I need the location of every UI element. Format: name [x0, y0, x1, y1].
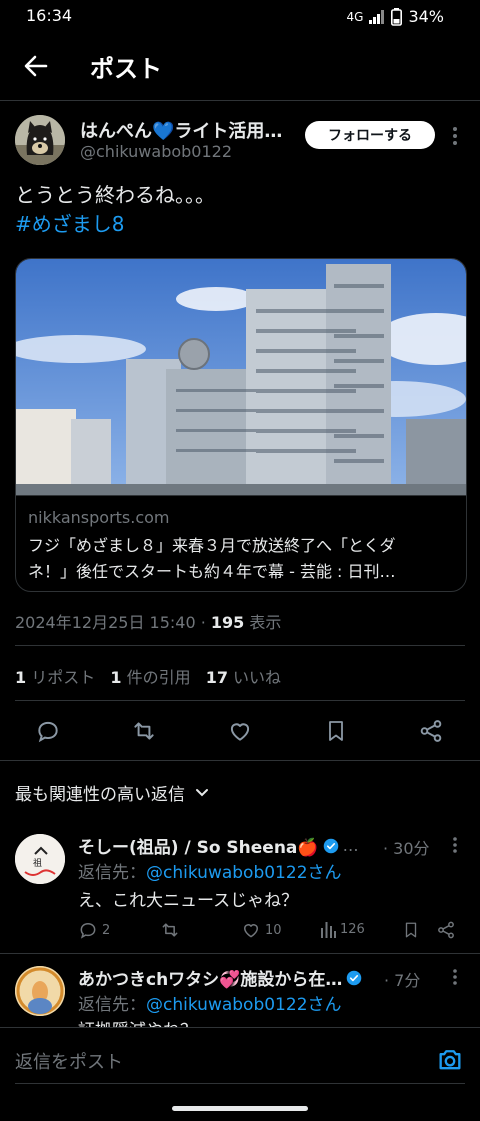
repost-button[interactable]: [128, 715, 160, 747]
reply-to-line: 返信先：@chikuwabob0122さん: [78, 863, 342, 883]
reply-to-handle[interactable]: @chikuwabob0122さん: [146, 995, 342, 1015]
reply-more-button[interactable]: [447, 835, 463, 855]
repost-icon: [134, 722, 154, 740]
battery-label: 34%: [408, 7, 444, 26]
post-text: とうとう終わるね。。。: [15, 183, 215, 207]
bookmark-icon: [329, 721, 343, 741]
reply-avatar[interactable]: [15, 966, 65, 1016]
reply-header: あかつきchワタシ💞施設から在…: [78, 965, 362, 990]
meta-divider: [15, 645, 465, 646]
home-indicator[interactable]: [172, 1106, 308, 1111]
reply-like-button[interactable]: 10: [241, 920, 282, 940]
more-vertical-icon: [453, 969, 457, 985]
reply-bookmark-button[interactable]: [402, 920, 420, 940]
share-icon: [420, 720, 442, 742]
views-label: 表示: [249, 613, 282, 632]
header: ポスト: [0, 34, 480, 100]
reply-more-button[interactable]: [447, 967, 463, 987]
link-card-image: [16, 259, 466, 495]
bookmark-icon: [405, 922, 417, 938]
network-label: 4G: [346, 9, 364, 24]
follow-button[interactable]: フォローする: [305, 121, 435, 149]
heart-icon: [244, 924, 258, 938]
post-timestamp[interactable]: 2024年12月25日 15:40: [15, 613, 196, 632]
reply-input[interactable]: 返信をポスト: [15, 1048, 415, 1074]
likes-stat[interactable]: 17 いいね: [206, 668, 281, 687]
battery-icon: [391, 7, 403, 26]
reply-views-button[interactable]: 126: [320, 920, 365, 938]
quotes-stat[interactable]: 1 件の引用: [110, 668, 195, 687]
link-card-title-line1: フジ「めざまし８」来春３月で放送終了へ「とくダ: [28, 536, 396, 555]
actions-divider: [0, 760, 480, 761]
camera-icon: [439, 1050, 461, 1070]
header-divider: [0, 100, 480, 101]
svg-text:祖: 祖: [33, 857, 42, 869]
reply-header: そしー(祖品) / So Sheena🍎 …: [78, 833, 359, 858]
dog-avatar-image: [15, 115, 65, 165]
signal-icon: [369, 9, 385, 24]
composer-underline: [15, 1083, 465, 1084]
more-vertical-icon: [453, 837, 457, 853]
views-chart-icon: [321, 922, 336, 938]
camera-button[interactable]: [436, 1046, 464, 1074]
reply-divider: [0, 953, 480, 954]
verified-badge-icon: [347, 970, 362, 985]
link-card-domain: nikkansports.com: [28, 508, 170, 527]
views-count: 195: [210, 613, 245, 632]
reply-button[interactable]: [32, 715, 64, 747]
post-more-button[interactable]: [447, 124, 463, 148]
back-button[interactable]: [20, 50, 52, 82]
more-vertical-icon: [453, 127, 457, 145]
reply-to-line: 返信先：@chikuwabob0122さん: [78, 995, 342, 1015]
reply-share-button[interactable]: [436, 920, 456, 940]
verified-badge-icon: [323, 838, 338, 853]
reply-time[interactable]: · 7分: [384, 967, 420, 991]
back-arrow-icon: [24, 55, 48, 77]
link-card[interactable]: nikkansports.com フジ「めざまし８」来春３月で放送終了へ「とくダ…: [15, 258, 467, 592]
reply-icon: [38, 721, 58, 743]
reply-repost-button[interactable]: [160, 920, 180, 940]
status-right: 4G 34%: [347, 7, 445, 26]
reply-avatar[interactable]: 祖: [15, 834, 65, 884]
reply-author-name[interactable]: そしー(祖品) / So Sheena🍎: [78, 833, 319, 858]
author-avatar[interactable]: [15, 115, 65, 165]
post-meta: 2024年12月25日 15:40 · 195 表示: [15, 613, 282, 632]
reply-reply-button[interactable]: 2: [78, 920, 110, 940]
page-title: ポスト: [90, 55, 162, 83]
share-button[interactable]: [415, 715, 447, 747]
reposts-stat[interactable]: 1 リポスト: [15, 668, 100, 687]
status-bar: 16:34 4G 34%: [0, 0, 480, 34]
hashtag-link[interactable]: #めざまし8: [15, 208, 124, 237]
author-handle[interactable]: @chikuwabob0122: [80, 142, 232, 161]
reply-time[interactable]: · 30分: [383, 835, 430, 859]
status-time: 16:34: [26, 6, 73, 25]
reply-avatar-image: 祖: [15, 834, 65, 884]
heart-icon: [230, 723, 250, 741]
chevron-down-icon: [196, 788, 208, 796]
reply-sort-dropdown[interactable]: 最も関連性の高い返信: [15, 780, 209, 805]
reply-composer: 返信をポスト: [0, 1027, 480, 1121]
share-icon: [438, 921, 454, 939]
author-display-name[interactable]: はんぺん💙ライト活用…: [80, 117, 282, 143]
stats-divider: [15, 700, 465, 701]
reply-icon: [80, 922, 96, 939]
bookmark-button[interactable]: [320, 715, 352, 747]
reply-sort-label: 最も関連性の高い返信: [15, 785, 185, 805]
link-card-title-line2: ネ！」後任でスタートも約４年で幕 - 芸能 : 日刊…: [28, 562, 396, 581]
reply-to-handle[interactable]: @chikuwabob0122さん: [146, 863, 342, 883]
like-button[interactable]: [224, 715, 256, 747]
repost-icon: [162, 923, 178, 937]
reply-author-name[interactable]: あかつきchワタシ💞施設から在…: [78, 965, 342, 990]
reply-avatar-image: [15, 966, 65, 1016]
reply-text: え、これ大ニュースじゃね？: [78, 891, 299, 911]
post-stats: 1 リポスト 1 件の引用 17 いいね: [15, 664, 281, 688]
